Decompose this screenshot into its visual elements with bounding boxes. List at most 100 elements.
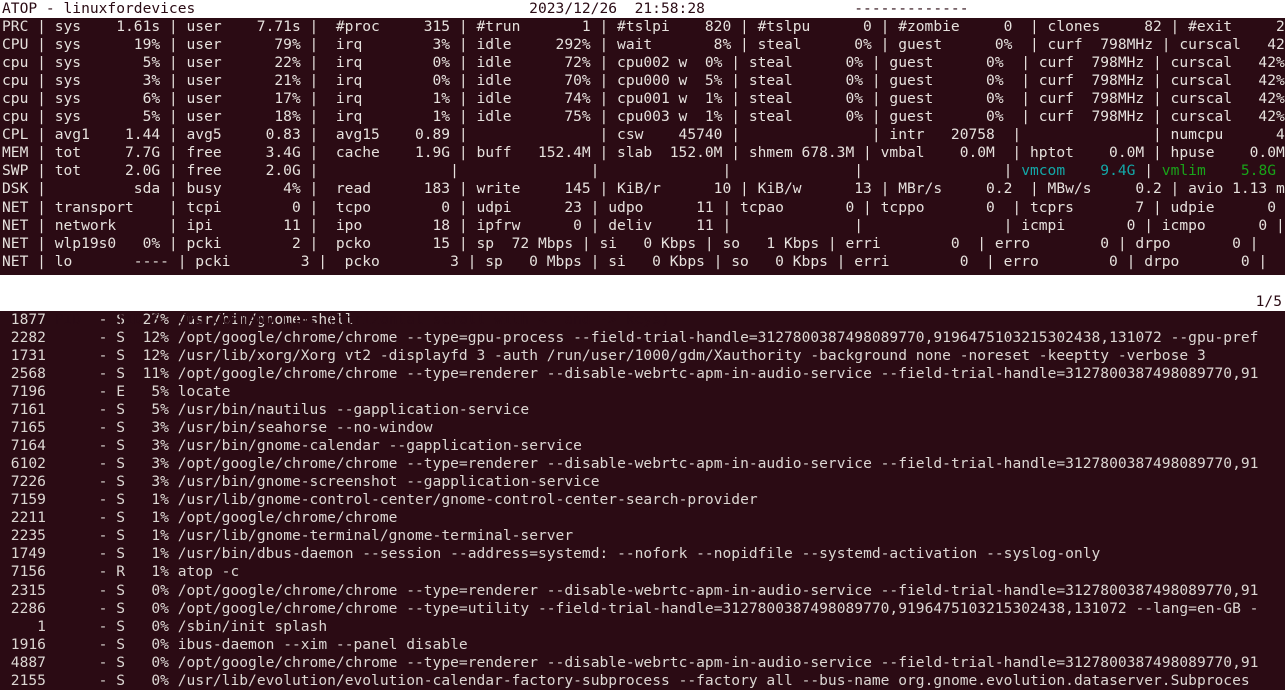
- process-row[interactable]: 2568 - S 11% /opt/google/chrome/chrome -…: [0, 365, 1285, 383]
- process-command-line: locate: [168, 382, 231, 400]
- process-state: S: [107, 617, 126, 635]
- process-state: S: [107, 473, 126, 491]
- process-command-line: /usr/bin/seahorse --no-window: [168, 419, 433, 437]
- process-row[interactable]: 2155 - S 0% /usr/lib/evolution/evolution…: [0, 672, 1285, 690]
- process-command-line: /usr/lib/evolution/evolution-calendar-fa…: [168, 671, 1250, 689]
- process-tid: -: [45, 617, 108, 635]
- system-line-net-network: NET | network | ipi 11 | ipo 18 | ipfrw …: [2, 216, 1285, 234]
- process-cpu: 1%: [125, 563, 169, 581]
- process-state: R: [107, 563, 126, 581]
- process-state: S: [107, 455, 126, 473]
- process-pid: 2211: [2, 509, 46, 527]
- process-pid: 7196: [2, 382, 46, 400]
- process-state: S: [107, 437, 126, 455]
- system-line-dsk: DSK | sda | busy 4% | read 183 | write 1…: [2, 180, 1285, 198]
- swp-sep-1: |: [1135, 162, 1162, 180]
- swp-sep-2: |: [1276, 162, 1285, 179]
- process-state: S: [107, 491, 126, 509]
- atop-terminal-window: ATOP - linuxfordevices 2023/12/26 21:58:…: [0, 0, 1285, 690]
- swp-plain-text: SWP | tot 2.0G | free 2.0G | | | | | |: [2, 162, 1022, 180]
- process-command-line: /usr/bin/dbus-daemon --session --address…: [168, 545, 1101, 563]
- process-state: S: [107, 653, 126, 671]
- swp-vmcom-value: vmcom 9.4G: [1021, 162, 1136, 180]
- process-command-line: /usr/bin/nautilus --gapplication-service: [168, 401, 530, 419]
- process-tid: -: [45, 491, 108, 509]
- process-row[interactable]: 7165 - S 3% /usr/bin/seahorse --no-windo…: [0, 419, 1285, 437]
- process-row[interactable]: 1916 - S 0% ibus-daemon --xim --panel di…: [0, 636, 1285, 654]
- process-pid: 2286: [2, 599, 46, 617]
- process-command-line: /opt/google/chrome/chrome --type=utility…: [168, 599, 1259, 617]
- process-pid: 1916: [2, 635, 46, 653]
- system-line-cpu3: cpu | sys 5% | user 18% | irq 1% | idle …: [2, 108, 1285, 126]
- process-row[interactable]: 7156 - R 1% atop -c: [0, 563, 1285, 581]
- process-tid: -: [45, 382, 108, 400]
- process-pid: 2315: [2, 581, 46, 599]
- process-tid: -: [45, 437, 108, 455]
- process-tid: -: [45, 346, 108, 364]
- process-row[interactable]: 7196 - E 5% locate: [0, 383, 1285, 401]
- process-command-line: ibus-daemon --xim --panel disable: [168, 635, 468, 653]
- process-cpu: 5%: [125, 401, 169, 419]
- process-command-line: /usr/lib/gnome-control-center/gnome-cont…: [168, 491, 758, 509]
- process-row[interactable]: 7164 - S 3% /usr/bin/gnome-calendar --ga…: [0, 437, 1285, 455]
- process-pid: 7161: [2, 401, 46, 419]
- process-row[interactable]: 2211 - S 1% /opt/google/chrome/chrome: [0, 509, 1285, 527]
- process-row[interactable]: 2315 - S 0% /opt/google/chrome/chrome --…: [0, 582, 1285, 600]
- process-tid: -: [45, 419, 108, 437]
- process-row[interactable]: 7159 - S 1% /usr/lib/gnome-control-cente…: [0, 491, 1285, 509]
- process-command-line: /opt/google/chrome/chrome --type=rendere…: [168, 581, 1259, 599]
- process-pid: 6102: [2, 455, 46, 473]
- system-line-net-wlp19s0: NET | wlp19s0 0% | pcki 2 | pcko 15 | sp…: [2, 234, 1259, 252]
- process-pid: 1: [2, 617, 46, 635]
- process-header-columns: PID TID S CPU COMMAND-LINE (horizontal s…: [37, 310, 670, 328]
- system-line-prc: PRC | sys 1.61s | user 7.71s | #proc 315…: [2, 18, 1285, 36]
- process-cpu: 12%: [125, 328, 169, 346]
- process-row[interactable]: 1749 - S 1% /usr/bin/dbus-daemon --sessi…: [0, 545, 1285, 563]
- process-cpu: 3%: [125, 437, 169, 455]
- process-pid: 7159: [2, 491, 46, 509]
- system-stats-block: PRC | sys 1.61s | user 7.71s | #proc 315…: [0, 18, 1285, 271]
- process-command-line: /opt/google/chrome/chrome --type=rendere…: [168, 364, 1259, 382]
- system-line-net-lo: NET | lo ---- | pcki 3 | pcko 3 | sp 0 M…: [2, 252, 1268, 270]
- process-row[interactable]: 2286 - S 0% /opt/google/chrome/chrome --…: [0, 600, 1285, 618]
- swp-vmlim-value: vmlim 5.8G: [1161, 162, 1277, 180]
- process-tid: -: [45, 599, 108, 617]
- process-state: S: [107, 346, 126, 364]
- process-cpu: 0%: [125, 653, 169, 671]
- system-line-cpu0: cpu | sys 5% | user 22% | irq 0% | idle …: [2, 54, 1285, 72]
- process-command-line: /opt/google/chrome/chrome --type=rendere…: [168, 455, 1259, 473]
- process-tid: -: [45, 671, 108, 689]
- process-row[interactable]: 2235 - S 1% /usr/lib/gnome-terminal/gnom…: [0, 527, 1285, 545]
- process-cpu: 1%: [125, 527, 169, 545]
- process-command-line: /opt/google/chrome/chrome: [168, 509, 398, 527]
- process-pid: 7165: [2, 419, 46, 437]
- process-row[interactable]: 1731 - S 12% /usr/lib/xorg/Xorg vt2 -dis…: [0, 347, 1285, 365]
- process-cpu: 12%: [125, 346, 169, 364]
- process-state: S: [107, 599, 126, 617]
- process-tid: -: [45, 401, 108, 419]
- process-tid: -: [45, 509, 108, 527]
- process-cpu: 0%: [125, 599, 169, 617]
- process-command-line: /usr/lib/xorg/Xorg vt2 -displayfd 3 -aut…: [168, 346, 1206, 364]
- process-row[interactable]: 4887 - S 0% /opt/google/chrome/chrome --…: [0, 654, 1285, 672]
- process-command-line: /opt/google/chrome/chrome --type=rendere…: [168, 653, 1259, 671]
- atop-header-bar: ATOP - linuxfordevices 2023/12/26 21:58:…: [0, 0, 1285, 19]
- process-row[interactable]: 7161 - S 5% /usr/bin/nautilus --gapplica…: [0, 401, 1285, 419]
- system-line-mem: MEM | tot 7.7G | free 3.4G | cache 1.9G …: [2, 144, 1285, 162]
- process-state: S: [107, 527, 126, 545]
- process-cpu: 5%: [125, 382, 169, 400]
- process-row[interactable]: 7226 - S 3% /usr/bin/gnome-screenshot --…: [0, 473, 1285, 491]
- process-tid: -: [45, 328, 108, 346]
- process-cpu: 3%: [125, 455, 169, 473]
- process-tid: -: [45, 635, 108, 653]
- process-state: S: [107, 671, 126, 689]
- process-row[interactable]: 6102 - S 3% /opt/google/chrome/chrome --…: [0, 455, 1285, 473]
- process-row[interactable]: 1 - S 0% /sbin/init splash: [0, 618, 1285, 636]
- process-command-line: /sbin/init splash: [168, 617, 328, 635]
- process-state: S: [107, 581, 126, 599]
- process-tid: -: [45, 455, 108, 473]
- process-command-line: /opt/google/chrome/chrome --type=gpu-pro…: [168, 328, 1259, 346]
- process-tid: -: [45, 581, 108, 599]
- process-row[interactable]: 2282 - S 12% /opt/google/chrome/chrome -…: [0, 329, 1285, 347]
- process-command-line: atop -c: [168, 563, 240, 581]
